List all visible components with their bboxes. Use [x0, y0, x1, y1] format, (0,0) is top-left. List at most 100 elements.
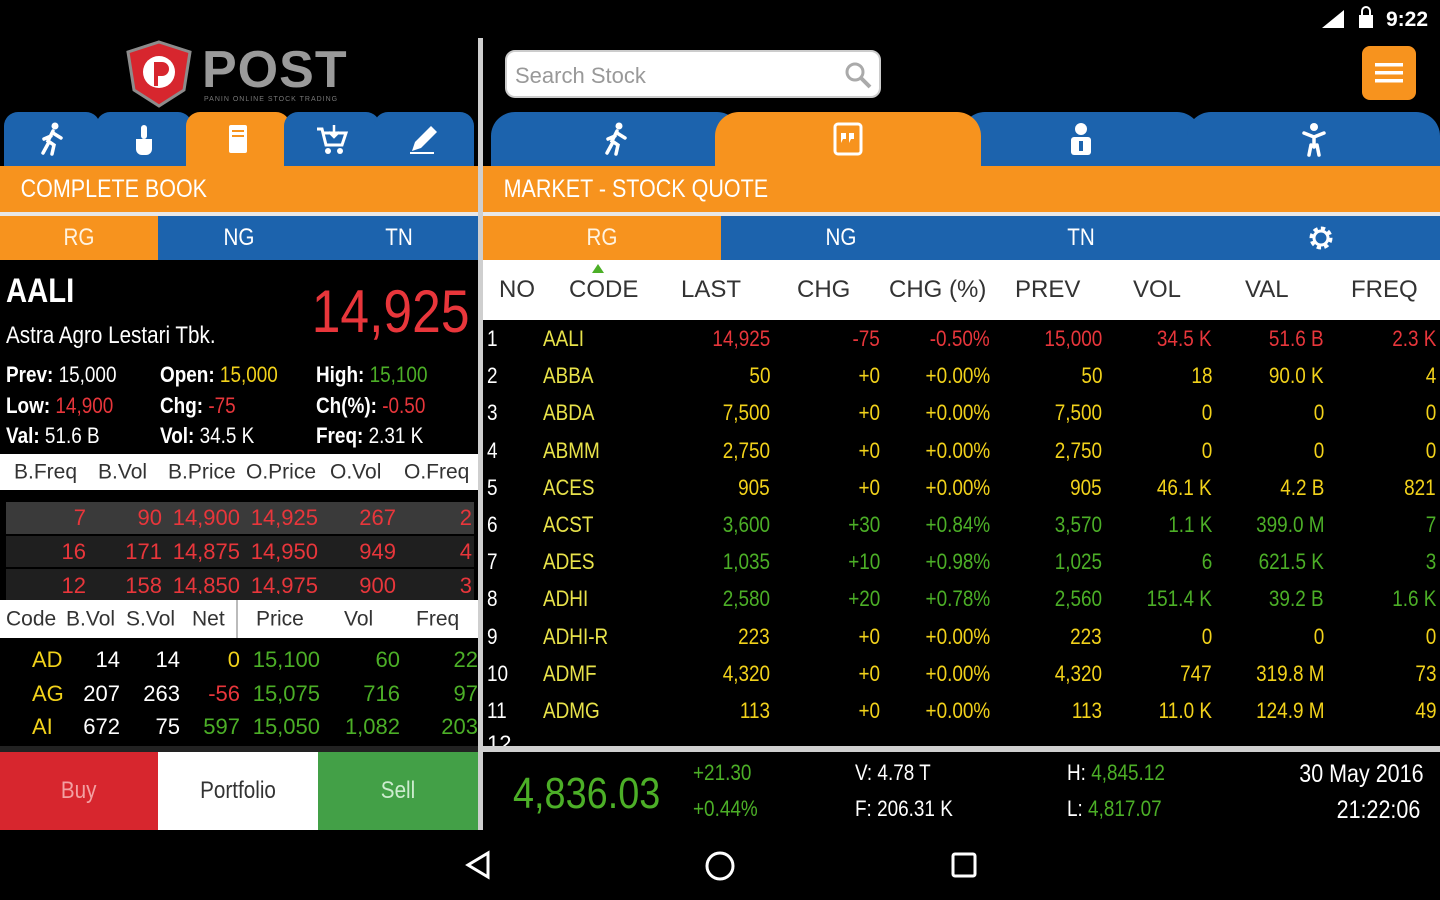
col-freq: Freq	[416, 607, 460, 631]
broker-row[interactable]: AI 672 75 597 15,050 1,082 203	[0, 711, 478, 743]
broker-row[interactable]: AD 14 14 0 15,100 60 22	[0, 644, 478, 676]
quote-cell: 113	[739, 698, 770, 723]
quote-cell: 2,750	[1054, 437, 1102, 463]
sell-button[interactable]: Sell	[318, 752, 478, 830]
tab-market-running[interactable]	[491, 112, 741, 166]
col-val[interactable]: VAL	[1245, 278, 1289, 302]
menu-button[interactable]	[1362, 46, 1416, 100]
col-chg-pct[interactable]: CHG (%)	[889, 278, 986, 302]
quote-cell: 7,500	[1054, 400, 1102, 426]
quote-cell: +0	[858, 474, 880, 500]
quote-cell: ACST	[543, 512, 594, 537]
quote-row[interactable]: 1 AALI 14,925 -75 -0.50% 15,000 34.5 K 51.6 B 2.…	[483, 321, 1440, 358]
col-last[interactable]: LAST	[681, 278, 741, 302]
col-bvol: B.Vol	[98, 460, 148, 484]
tab-touch[interactable]	[96, 112, 192, 166]
quote-cell: +0	[858, 660, 880, 686]
col-code[interactable]: CODE	[569, 278, 638, 302]
orderbook-row[interactable]: 7 90 14,900 14,925 267 2	[6, 502, 474, 534]
quote-cell: 3	[1425, 549, 1436, 575]
stock-freq: Freq: 2.31 K	[316, 423, 424, 448]
home-icon[interactable]	[704, 850, 736, 882]
quote-cell: 4,320	[722, 660, 770, 686]
quote-row[interactable]: 8 ADHI 2,580 +20 +0.78% 2,560 151.4 K 39.2 B 1.6…	[483, 581, 1440, 618]
quote-row[interactable]: 11 ADMG 113 +0 +0.00% 113 11.0 K 124.9 M 49	[483, 693, 1440, 730]
quote-row[interactable]: 6 ACST 3,600 +30 +0.84% 3,570 1.1 K 399.0 M 7	[483, 507, 1440, 544]
settings-button[interactable]	[1201, 216, 1440, 260]
quote-cell: 1.6 K	[1391, 586, 1436, 612]
left-panel: POST PANIN ONLINE STOCK TRADING COMPLETE…	[0, 38, 478, 830]
quote-row[interactable]: 4 ABMM 2,750 +0 +0.00% 2,750 0 0 0	[483, 433, 1440, 470]
col-prev[interactable]: PREV	[1015, 278, 1080, 302]
left-tab-tn[interactable]: TN	[320, 216, 478, 260]
col-bfreq: B.Freq	[14, 460, 78, 484]
right-section-title: MARKET - STOCK QUOTE	[503, 174, 769, 203]
quote-row[interactable]: 2 ABBA 50 +0 +0.00% 50 18 90.0 K 4	[483, 358, 1440, 395]
quote-cell: 0	[1313, 400, 1324, 426]
index-low: L: 4,817.07	[1067, 796, 1162, 821]
quote-cell: 2,580	[722, 586, 770, 612]
tab-basket[interactable]	[284, 112, 380, 166]
quote-row[interactable]: 7 ADES 1,035 +10 +0.98% 1,025 6 621.5 K 3	[483, 544, 1440, 581]
quote-cell: 49	[1414, 698, 1436, 723]
col-ofreq: O.Freq	[404, 460, 470, 484]
tab-edit[interactable]	[374, 112, 474, 166]
quote-row[interactable]: 3 ABDA 7,500 +0 +0.00% 7,500 0 0 0	[483, 395, 1440, 432]
orderbook-row[interactable]: 16 171 14,875 14,950 949 4	[6, 536, 474, 568]
col-bvol: B.Vol	[66, 607, 116, 631]
quote-cell: +0.98%	[925, 549, 990, 575]
quote-cell: +0	[858, 437, 880, 463]
tab-running[interactable]	[4, 112, 100, 166]
quote-cell: AALI	[543, 326, 585, 351]
col-chg[interactable]: CHG	[797, 278, 850, 302]
buy-button[interactable]: Buy	[0, 752, 158, 830]
quote-cell: 50	[748, 363, 770, 389]
search-icon[interactable]	[843, 60, 873, 90]
quote-cell: 151.4 K	[1146, 586, 1212, 612]
quote-cell: 5	[487, 474, 498, 500]
left-tab-bar	[0, 112, 478, 166]
right-tab-ng[interactable]: NG	[721, 216, 961, 260]
quote-cell: 6	[1201, 549, 1212, 575]
quote-cell: 34.5 K	[1157, 326, 1212, 351]
col-freq[interactable]: FREQ	[1351, 278, 1418, 302]
quote-row[interactable]: 10 ADMF 4,320 +0 +0.00% 4,320 747 319.8 M 73	[483, 656, 1440, 693]
menu-icon	[1375, 63, 1403, 83]
quote-cell: ADMF	[543, 660, 597, 686]
quote-cell: 0	[1425, 437, 1436, 463]
quote-cell: +0.00%	[925, 363, 990, 389]
book-icon	[229, 125, 247, 153]
quote-cell: +0.00%	[925, 660, 990, 686]
tab-complete-book[interactable]	[186, 112, 290, 166]
col-vol[interactable]: VOL	[1133, 278, 1181, 302]
left-section-title: COMPLETE BOOK	[20, 174, 208, 203]
back-icon[interactable]	[464, 850, 492, 880]
left-tab-rg[interactable]: RG	[0, 216, 158, 260]
recents-icon[interactable]	[950, 851, 978, 879]
stock-vol: Vol: 34.5 K	[160, 423, 255, 448]
quote-cell: 399.0 M	[1255, 512, 1324, 537]
orderbook-row[interactable]: 12 158 14,850 14,975 900 3	[6, 570, 474, 595]
col-no[interactable]: NO	[499, 278, 535, 302]
stock-code: AALI	[6, 272, 75, 310]
quote-row[interactable]: 9 ADHI-R 223 +0 +0.00% 223 0 0 0	[483, 619, 1440, 656]
quote-cell: ADMG	[543, 698, 600, 723]
right-tab-rg[interactable]: RG	[483, 216, 721, 260]
search-input[interactable]: Search Stock	[505, 50, 881, 98]
quote-cell: 4	[487, 437, 498, 463]
tab-person[interactable]	[961, 112, 1201, 166]
quote-row[interactable]: 5 ACES 905 +0 +0.00% 905 46.1 K 4.2 B 821	[483, 470, 1440, 507]
tab-kid[interactable]	[1187, 112, 1440, 166]
col-svol: S.Vol	[126, 607, 176, 631]
portfolio-button[interactable]: Portfolio	[158, 752, 318, 830]
tab-stock-quote[interactable]	[715, 112, 981, 166]
quote-cell: 2,750	[722, 437, 770, 463]
col-bprice: B.Price	[168, 460, 236, 484]
right-tab-tn[interactable]: TN	[961, 216, 1201, 260]
broker-row[interactable]: AG 207 263 -56 15,075 716 97	[0, 678, 478, 710]
quote-cell: 0	[1425, 400, 1436, 426]
quote-cell: 51.6 B	[1269, 326, 1324, 351]
quote-cell: 821	[1404, 474, 1436, 500]
stock-name: Astra Agro Lestari Tbk.	[6, 322, 216, 349]
left-tab-ng[interactable]: NG	[158, 216, 320, 260]
